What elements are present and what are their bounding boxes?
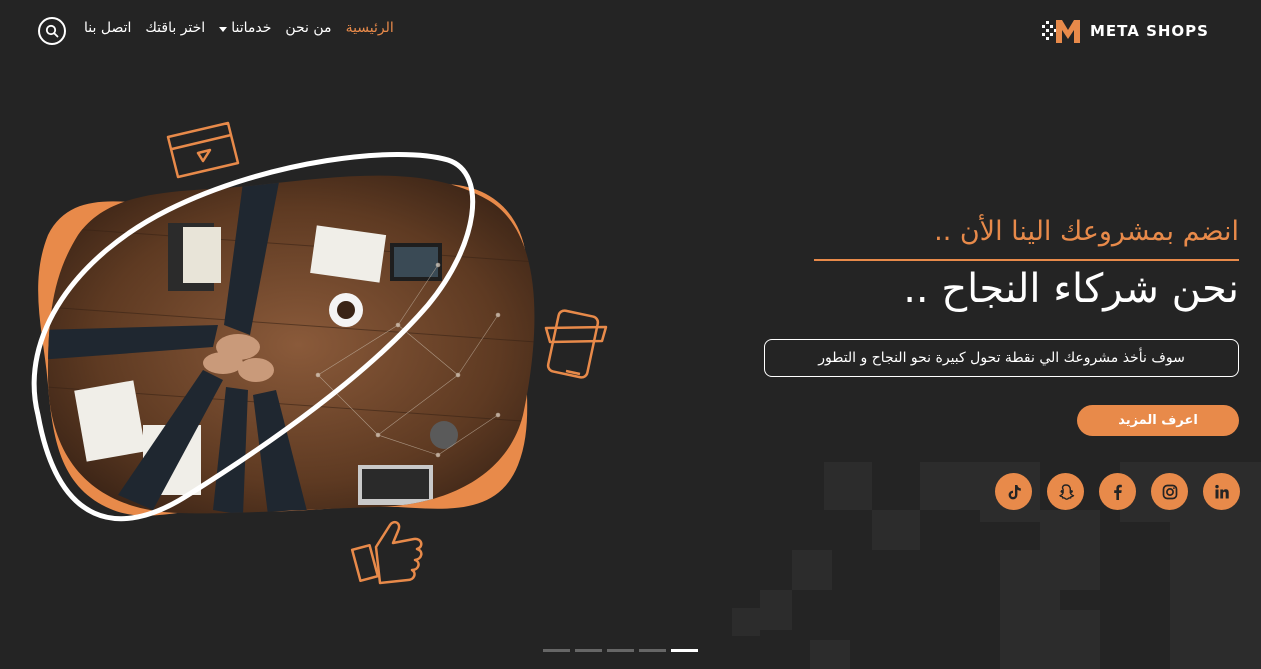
facebook-link[interactable] [1099, 473, 1136, 510]
logo-text: META SHOPS [1090, 22, 1209, 40]
brand-logo[interactable]: META SHOPS [1040, 16, 1209, 46]
slider-dot[interactable] [575, 649, 602, 652]
slider-dot[interactable] [543, 649, 570, 652]
main-nav: الرئيسية من نحن خدماتنا اختر باقتك اتصل … [84, 20, 394, 36]
search-button[interactable] [38, 17, 66, 45]
nav-item-home[interactable]: الرئيسية [346, 20, 394, 36]
snapchat-link[interactable] [1047, 473, 1084, 510]
hero-section: META SHOPS الرئيسية من نحن خدماتنا اختر … [0, 0, 1261, 669]
tiktok-link[interactable] [995, 473, 1032, 510]
logo-mark-icon [1042, 20, 1080, 43]
hero-illustration [31, 121, 608, 585]
hero-headline: نحن شركاء النجاح .. [903, 266, 1239, 312]
social-links [995, 473, 1240, 510]
tiktok-icon [1008, 484, 1021, 499]
hero-tagline: انضم بمشروعك الينا الأن .. [934, 216, 1239, 247]
nav-item-about[interactable]: من نحن [285, 20, 331, 36]
chevron-down-icon [219, 26, 228, 32]
tagline-divider [814, 259, 1239, 261]
instagram-icon [1162, 484, 1177, 499]
search-icon [45, 24, 59, 38]
linkedin-link[interactable] [1203, 473, 1240, 510]
nav-item-services[interactable]: خدماتنا [219, 20, 271, 36]
linkedin-icon [1214, 484, 1229, 498]
slider-dot[interactable] [607, 649, 634, 652]
nav-item-contact[interactable]: اتصل بنا [84, 20, 131, 36]
hero-description: سوف نأخذ مشروعك الي نقطة تحول كبيرة نحو … [764, 339, 1239, 377]
instagram-link[interactable] [1151, 473, 1188, 510]
snapchat-icon [1058, 483, 1074, 500]
thumbs-up-icon [350, 520, 423, 585]
nav-item-services-label: خدماتنا [231, 20, 272, 36]
nav-item-packages[interactable]: اختر باقتك [145, 20, 205, 36]
video-lesson-icon [166, 121, 240, 179]
facebook-icon [1113, 484, 1122, 500]
learn-more-button[interactable]: اعرف المزيد [1077, 405, 1239, 436]
slider-dot[interactable] [639, 649, 666, 652]
slider-pagination [543, 649, 698, 652]
mobile-shop-icon [544, 309, 608, 379]
slider-dot-active[interactable] [671, 649, 698, 652]
